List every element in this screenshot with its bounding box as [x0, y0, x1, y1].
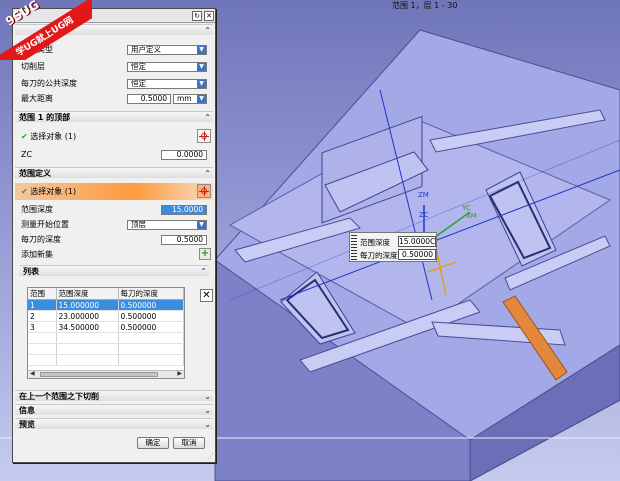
add-set-row: 添加新集 [15, 249, 213, 260]
range-table: 范围 范围深度 每刀的深度 1 15.000000 0.500000 2 23.… [28, 288, 184, 366]
range-list[interactable]: 范围 范围深度 每刀的深度 1 15.000000 0.500000 2 23.… [27, 287, 185, 379]
table-cell: 2 [28, 310, 57, 322]
table-cell: 1 [28, 299, 57, 311]
section-range-def[interactable]: 范围定义 ⌃ [15, 167, 213, 178]
measure-from-select[interactable]: 顶层 ▼ [127, 220, 207, 230]
column-header[interactable]: 范围 [28, 288, 57, 300]
chevron-down-icon: ▼ [197, 46, 206, 54]
table-row-empty [28, 354, 184, 366]
measure-from-value: 顶层 [131, 220, 146, 229]
common-depth-label: 每刀的公共深度 [21, 79, 77, 88]
select-object-button[interactable] [197, 129, 211, 143]
section-cut-below-title: 在上一个范围之下切削 [19, 392, 99, 401]
per-cut-input[interactable]: 0.5000 [161, 235, 207, 245]
axis-yc-label: YC [461, 204, 471, 212]
zc-label: ZC [21, 150, 33, 159]
watermark: 学UG就上UG网 9SUG [0, 0, 92, 60]
popup-depth-input[interactable]: 15.0000C [398, 236, 436, 247]
popup-depth-label: 范围深度 [360, 238, 390, 247]
popup-per-cut-label: 每刀的深度 [360, 251, 398, 260]
chevron-down-icon: ▼ [197, 95, 206, 103]
section-list-title: 列表 [23, 267, 39, 276]
table-cell: 3 [28, 321, 57, 333]
table-cell: 23.000000 [56, 310, 119, 322]
delete-icon[interactable]: ✕ [200, 289, 213, 302]
watermark-logo: 9SUG [3, 0, 42, 29]
table-row-empty [28, 332, 184, 344]
per-cut-label: 每刀的深度 [21, 235, 61, 244]
chevron-up-icon: ⌃ [204, 169, 211, 178]
chevron-down-icon: ⌄ [204, 392, 211, 401]
chevron-down-icon: ⌄ [204, 420, 211, 429]
unit-value: mm [177, 94, 192, 103]
section-preview[interactable]: 预览 ⌄ [15, 418, 213, 429]
section-list[interactable]: 列表 ⌃ [19, 265, 209, 276]
scroll-right-icon[interactable]: ▶ [177, 370, 182, 377]
add-set-label: 添加新集 [21, 250, 53, 259]
column-header[interactable]: 每刀的深度 [118, 288, 184, 300]
resize-grip-icon[interactable]: ⋰ [207, 452, 214, 460]
scroll-left-icon[interactable]: ◀ [30, 370, 35, 377]
common-depth-value: 恒定 [131, 79, 146, 88]
section-cut-below[interactable]: 在上一个范围之下切削 ⌄ [15, 390, 213, 401]
add-set-button[interactable]: + [199, 248, 211, 260]
horizontal-scrollbar[interactable]: ◀ ▶ [28, 370, 184, 378]
range-depth-popup[interactable]: 范围深度 15.0000C 每刀的深度 0.50000 [349, 232, 437, 262]
select-object-button[interactable] [197, 184, 211, 198]
range-depth-label: 范围深度 [21, 205, 53, 214]
popup-per-cut-input[interactable]: 0.50000 [398, 249, 436, 260]
section-preview-title: 预览 [19, 420, 35, 429]
table-cell: 0.500000 [118, 310, 184, 322]
close-icon[interactable]: ✕ [204, 11, 214, 21]
top-select-row[interactable]: ✔ 选择对象 (1) [15, 131, 213, 142]
column-header[interactable]: 范围深度 [56, 288, 119, 300]
max-distance-input[interactable]: 0.5000 [127, 94, 171, 104]
common-depth-select[interactable]: 恒定 ▼ [127, 79, 207, 89]
chevron-up-icon: ⌃ [204, 113, 211, 122]
range-type-select[interactable]: 用户定义 ▼ [127, 45, 207, 55]
max-distance-label: 最大距离 [21, 94, 53, 103]
chevron-down-icon: ⌄ [204, 406, 211, 415]
table-cell: 34.500000 [56, 321, 119, 333]
ok-button[interactable]: 确定 [137, 437, 169, 449]
measure-from-label: 测量开始位置 [21, 220, 69, 229]
table-row-empty [28, 343, 184, 355]
unit-select[interactable]: mm ▼ [173, 94, 207, 104]
chevron-down-icon: ▼ [197, 221, 206, 229]
table-row[interactable]: 1 15.000000 0.500000 [28, 299, 184, 311]
table-cell: 15.000000 [56, 299, 119, 311]
cut-layer-select[interactable]: 恒定 ▼ [127, 62, 207, 72]
section-range-def-title: 范围定义 [19, 169, 51, 178]
section-range-top[interactable]: 范围 1 的顶部 ⌃ [15, 111, 213, 122]
range-select-label: 选择对象 (1) [30, 187, 77, 196]
chevron-up-icon: ⌃ [204, 26, 211, 35]
top-select-label: 选择对象 (1) [30, 132, 77, 141]
cancel-button[interactable]: 取消 [173, 437, 205, 449]
table-cell: 0.500000 [118, 321, 184, 333]
section-info[interactable]: 信息 ⌄ [15, 404, 213, 415]
checkmark-icon: ✔ [21, 132, 28, 141]
section-range-top-title: 范围 1 的顶部 [19, 113, 71, 122]
reset-icon[interactable]: ↻ [192, 11, 202, 21]
range-depth-input[interactable]: 15.0000 [161, 205, 207, 215]
chevron-up-icon: ⌃ [200, 267, 207, 276]
table-row[interactable]: 2 23.000000 0.500000 [28, 310, 184, 322]
range-type-value: 用户定义 [131, 45, 161, 54]
axis-zm-label: ZM [418, 191, 429, 199]
cut-layer-value: 恒定 [131, 62, 146, 71]
checkmark-icon: ✔ [21, 187, 28, 196]
axis-xm-label: XM [466, 212, 477, 220]
range-select-row[interactable]: ✔ 选择对象 (1) [15, 183, 213, 200]
cut-levels-dialog: ↻ ✕ ⌃ 范围类型 用户定义▼ 切削层 恒定▼ 每刀的公共深度 恒定▼ 最大距… [12, 8, 216, 463]
chevron-down-icon: ▼ [197, 63, 206, 71]
popup-grip[interactable] [351, 235, 357, 260]
table-row[interactable]: 3 34.500000 0.500000 [28, 321, 184, 333]
chevron-down-icon: ▼ [197, 80, 206, 88]
table-cell: 0.500000 [118, 299, 184, 311]
scrollbar-thumb[interactable] [40, 372, 158, 377]
zc-input[interactable]: 0.0000 [161, 150, 207, 160]
section-info-title: 信息 [19, 406, 35, 415]
axis-zc-label: ZC [419, 211, 429, 219]
cut-layer-label: 切削层 [21, 62, 45, 71]
